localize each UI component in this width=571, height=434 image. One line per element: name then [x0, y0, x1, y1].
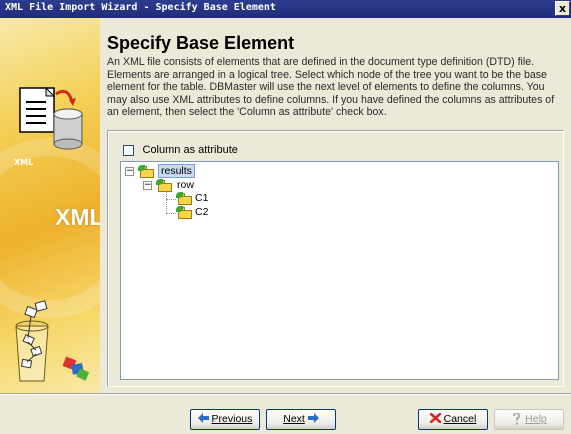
tree-node-label[interactable]: C2: [195, 206, 208, 218]
tree-node-label[interactable]: results: [158, 164, 195, 178]
tree-connector: [166, 213, 176, 214]
title-bar: XML File Import Wizard - Specify Base El…: [0, 0, 571, 18]
tree-node-c2[interactable]: C2: [176, 206, 226, 220]
tree-connector: [166, 199, 176, 200]
banner-doc-label: XML: [14, 158, 34, 167]
tree-node-row[interactable]: − row: [143, 179, 223, 193]
column-as-attribute-option[interactable]: Column as attribute: [123, 143, 238, 157]
xml-database-icon: [19, 86, 83, 150]
cancel-label: Cancel: [443, 413, 477, 425]
banner-xml-label: XML: [55, 204, 100, 230]
tree-node-c1[interactable]: C1: [176, 192, 226, 206]
tree-node-label[interactable]: row: [177, 179, 194, 191]
cancel-button[interactable]: Cancel: [418, 409, 488, 430]
help-label: Help: [525, 413, 547, 425]
window-title: XML File Import Wizard - Specify Base El…: [5, 2, 276, 13]
tree-node-results[interactable]: − results: [125, 164, 215, 179]
tree-basket-icon: [15, 300, 90, 382]
folder-icon: [176, 206, 193, 219]
previous-label: Previous: [211, 413, 253, 425]
element-tree[interactable]: − results − row C1 C2: [120, 161, 559, 380]
arrow-right-icon: [307, 413, 319, 423]
column-as-attribute-label[interactable]: Column as attribute: [143, 144, 238, 156]
wizard-banner: XML XML: [0, 18, 100, 394]
button-separator: [0, 393, 571, 395]
folder-icon: [138, 165, 155, 178]
next-label: Next: [283, 413, 305, 425]
page-title: Specify Base Element: [107, 33, 295, 53]
previous-button[interactable]: Previous: [190, 409, 260, 430]
tree-node-label[interactable]: C1: [195, 192, 208, 204]
next-button[interactable]: Next: [266, 409, 336, 430]
help-button[interactable]: Help: [494, 409, 564, 430]
folder-icon: [176, 192, 193, 205]
close-button[interactable]: x: [555, 1, 570, 16]
collapse-icon[interactable]: −: [143, 181, 152, 190]
collapse-icon[interactable]: −: [125, 167, 134, 176]
page-description: An XML file consists of elements that ar…: [107, 56, 555, 119]
folder-icon: [156, 179, 173, 192]
arrow-left-icon: [197, 413, 209, 423]
column-as-attribute-checkbox[interactable]: [123, 144, 134, 156]
question-icon: [511, 413, 522, 425]
x-icon: [429, 413, 441, 423]
